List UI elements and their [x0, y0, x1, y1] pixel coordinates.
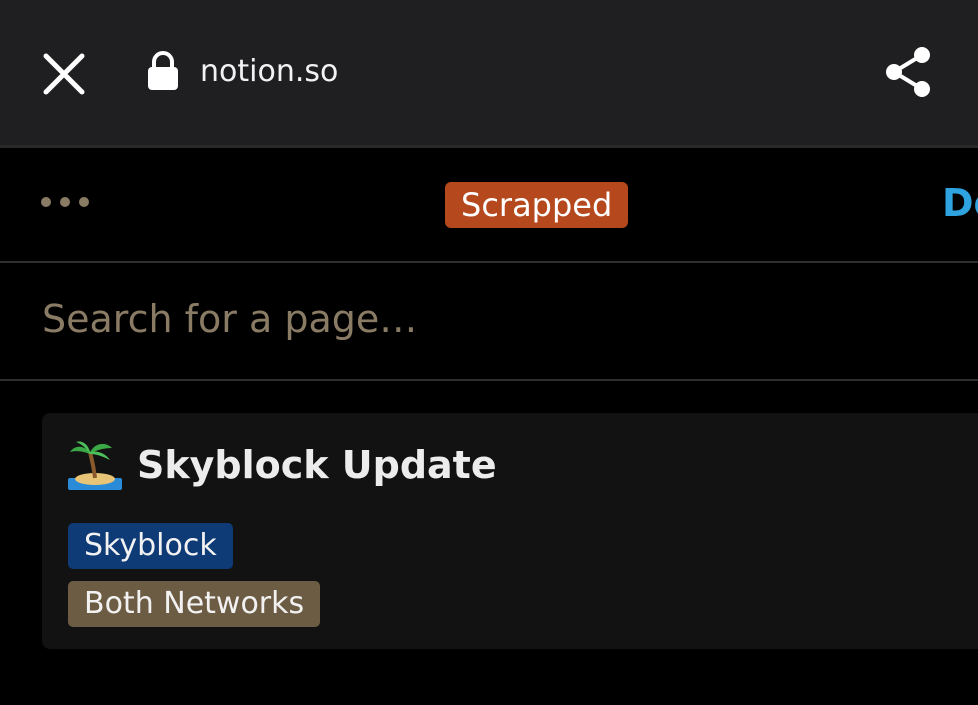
tag-skyblock: Skyblock [68, 523, 233, 569]
share-button[interactable] [878, 42, 938, 102]
toolbar-divider [0, 261, 978, 263]
desert-island-icon [68, 440, 122, 490]
status-badge[interactable]: Scrapped [445, 182, 629, 228]
done-button[interactable]: Do [942, 178, 978, 228]
page-title: Skyblock Update [137, 443, 497, 487]
search-input[interactable] [42, 288, 942, 350]
more-horizontal-icon [41, 197, 89, 207]
lock-icon [146, 50, 180, 92]
search-divider [0, 379, 978, 381]
close-button[interactable] [36, 46, 92, 102]
url-text[interactable]: notion.so [200, 52, 338, 92]
tag-both-networks: Both Networks [68, 581, 321, 627]
share-icon [886, 47, 930, 97]
close-icon [43, 53, 85, 95]
more-options-button[interactable] [36, 184, 96, 220]
